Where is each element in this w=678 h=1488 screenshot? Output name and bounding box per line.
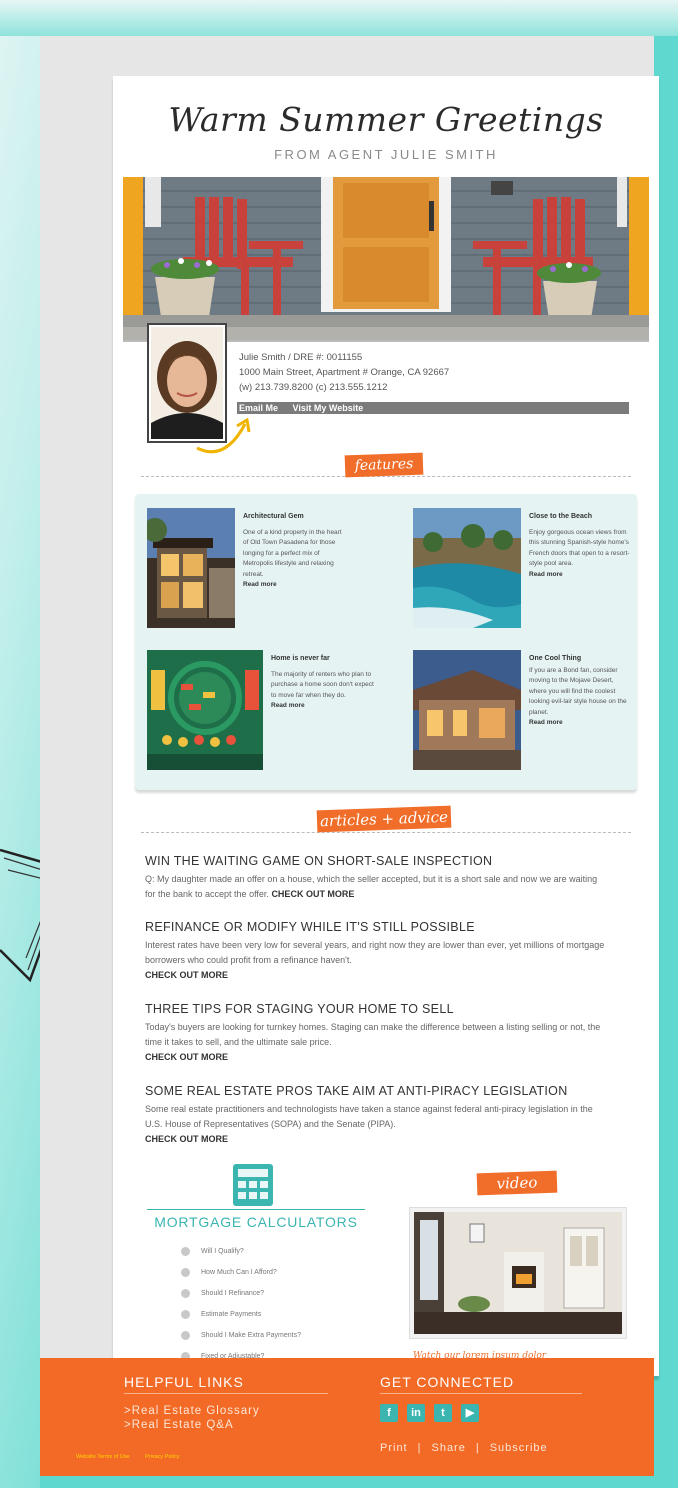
linkedin-icon[interactable]: in (407, 1404, 425, 1422)
mortgage-calculator-item[interactable]: Estimate Payments (181, 1304, 301, 1325)
separator: | (417, 1442, 422, 1454)
visit-website-link[interactable]: Visit My Website (293, 403, 364, 413)
email-me-link[interactable]: Email Me (239, 403, 278, 413)
read-more-link[interactable]: Read more (243, 580, 345, 591)
article-title[interactable]: WIN THE WAITING GAME ON SHORT-SALE INSPE… (145, 854, 605, 868)
article-title[interactable]: SOME REAL ESTATE PROS TAKE AIM AT ANTI-P… (145, 1084, 605, 1098)
terms-of-use-link[interactable]: Website Terms of Use (76, 1454, 130, 1460)
feature-title: Home is never far (271, 655, 330, 662)
features-tag: features (344, 452, 424, 478)
feature-body: One of a kind property in the heart of O… (243, 528, 342, 578)
features-divider (141, 476, 631, 477)
page-title: Warm Summer Greetings (168, 100, 604, 139)
article-summary: Interest rates have been very low for se… (145, 938, 605, 983)
read-more-link[interactable]: Read more (529, 718, 631, 729)
article-item-1: WIN THE WAITING GAME ON SHORT-SALE INSPE… (145, 854, 605, 902)
feature-title: Architectural Gem (243, 513, 304, 520)
mortgage-calculator-item[interactable]: Should I Make Extra Payments? (181, 1325, 301, 1346)
legal-links: Website Terms of Use Privacy Policy (76, 1454, 193, 1460)
articles-tag: articles + advice (316, 805, 452, 833)
twitter-icon[interactable]: t (434, 1404, 452, 1422)
agent-phones: (w) 213.739.8200 (c) 213.555.1212 (239, 382, 388, 393)
read-more-link[interactable]: Read more (271, 701, 379, 712)
feature-title: One Cool Thing (529, 655, 582, 662)
mortgage-calculator-list: Will I Qualify? How Much Can I Afford? S… (181, 1241, 301, 1367)
helpful-links-heading: HELPFUL LINKS (124, 1374, 328, 1394)
footer-actions: Print | Share | Subscribe (380, 1442, 548, 1454)
page-subtitle: FROM AGENT JULIE SMITH (274, 147, 498, 162)
agent-contact: Julie Smith / DRE #: 0011155 1000 Main S… (239, 350, 629, 395)
article-title[interactable]: THREE TIPS FOR STAGING YOUR HOME TO SELL (145, 1002, 605, 1016)
agent-name-dre: Julie Smith / DRE #: 0011155 (239, 352, 363, 363)
feature-card-2: Close to the Beach Enjoy gorgeous ocean … (529, 512, 631, 580)
feature-body: If you are a Bond fan, consider moving t… (529, 666, 627, 716)
features-panel: Architectural Gem One of a kind property… (135, 494, 637, 790)
subscribe-link[interactable]: Subscribe (490, 1442, 548, 1454)
check-out-more-link[interactable]: CHECK OUT MORE (271, 889, 354, 899)
feature-body: The majority of renters who plan to purc… (271, 670, 374, 699)
video-thumbnail[interactable] (409, 1207, 627, 1339)
footer: HELPFUL LINKS >Real Estate Glossary >Rea… (40, 1358, 654, 1476)
mortgage-calculator-item[interactable]: Should I Refinance? (181, 1283, 301, 1304)
article-item-2: REFINANCE OR MODIFY WHILE IT'S STILL POS… (145, 920, 605, 983)
mortgage-calculator-item[interactable]: Will I Qualify? (181, 1241, 301, 1262)
check-out-more-link[interactable]: CHECK OUT MORE (145, 968, 605, 983)
feature-body: Enjoy gorgeous ocean views from this stu… (529, 528, 630, 568)
bullet-icon (181, 1310, 190, 1319)
article-summary: Today's buyers are looking for turnkey h… (145, 1020, 605, 1065)
youtube-icon[interactable]: ▶ (461, 1404, 479, 1422)
article-item-3: THREE TIPS FOR STAGING YOUR HOME TO SELL… (145, 1002, 605, 1065)
newsletter-frame: Warm Summer Greetings FROM AGENT JULIE S… (40, 36, 659, 1476)
feature-card-1: Architectural Gem One of a kind property… (243, 512, 345, 591)
article-summary: Some real estate practitioners and techn… (145, 1102, 605, 1147)
separator: | (475, 1442, 480, 1454)
check-out-more-link[interactable]: CHECK OUT MORE (145, 1132, 605, 1147)
feature-title: Close to the Beach (529, 513, 593, 520)
feature-card-3: Home is never far The majority of renter… (271, 654, 379, 712)
qa-link[interactable]: >Real Estate Q&A (124, 1418, 260, 1432)
background-top-glow (0, 0, 678, 36)
articles-divider (141, 832, 631, 833)
bullet-icon (181, 1247, 190, 1256)
check-out-more-link[interactable]: CHECK OUT MORE (145, 1050, 605, 1065)
get-connected-heading: GET CONNECTED (380, 1374, 582, 1394)
calculator-icon (233, 1164, 273, 1206)
share-link[interactable]: Share (431, 1442, 465, 1454)
newsletter-sheet: Warm Summer Greetings FROM AGENT JULIE S… (113, 76, 659, 1376)
agent-address: 1000 Main Street, Apartment # Orange, CA… (239, 367, 450, 378)
feature-image-desert-house (413, 650, 521, 770)
feature-card-4: One Cool Thing If you are a Bond fan, co… (529, 654, 631, 729)
article-summary: Q: My daughter made an offer on a house,… (145, 874, 598, 899)
helpful-links-list: >Real Estate Glossary >Real Estate Q&A (124, 1404, 260, 1432)
hero-image (123, 177, 649, 342)
curved-arrow-icon (196, 418, 251, 454)
social-links: f in t ▶ (380, 1404, 488, 1422)
bullet-icon (181, 1289, 190, 1298)
feature-image-beach (413, 508, 521, 628)
mortgage-calculator-item[interactable]: How Much Can I Afford? (181, 1262, 301, 1283)
background-left-glow (0, 0, 40, 1488)
article-item-4: SOME REAL ESTATE PROS TAKE AIM AT ANTI-P… (145, 1084, 605, 1147)
print-link[interactable]: Print (380, 1442, 408, 1454)
bullet-icon (181, 1331, 190, 1340)
mortgage-calculators-heading: MORTGAGE CALCULATORS (147, 1209, 365, 1230)
article-title[interactable]: REFINANCE OR MODIFY WHILE IT'S STILL POS… (145, 920, 605, 934)
privacy-policy-link[interactable]: Privacy Policy (145, 1454, 179, 1460)
facebook-icon[interactable]: f (380, 1404, 398, 1422)
feature-image-infographic (147, 650, 263, 770)
read-more-link[interactable]: Read more (529, 570, 631, 581)
bullet-icon (181, 1268, 190, 1277)
glossary-link[interactable]: >Real Estate Glossary (124, 1404, 260, 1418)
agent-action-bar: Email Me Visit My Website (237, 402, 629, 414)
feature-image-architectural (147, 508, 235, 628)
video-tag: video (476, 1170, 558, 1196)
